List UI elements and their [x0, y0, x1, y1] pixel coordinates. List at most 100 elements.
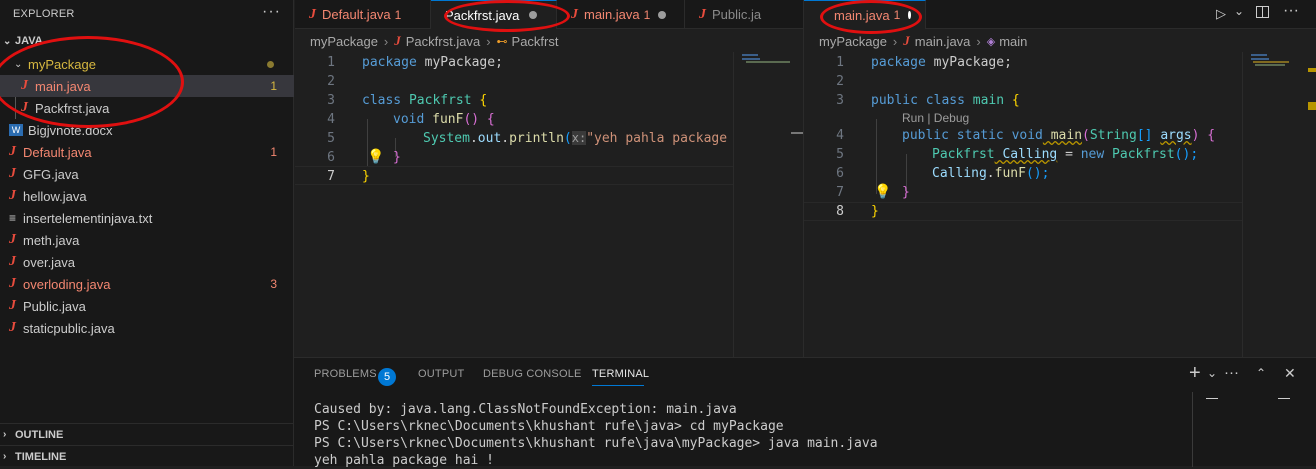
timeline-section[interactable]: › TIMELINE — [0, 445, 294, 467]
chevron-right-icon: › — [486, 33, 491, 49]
warning-marker — [1308, 102, 1316, 110]
current-line-highlight — [804, 202, 1242, 221]
line-number: 3 — [327, 93, 335, 108]
tree-item-gfg-java[interactable]: J GFG.java — [0, 163, 294, 185]
breadcrumb-symbol[interactable]: main — [999, 34, 1027, 49]
split-editor-icon[interactable] — [1256, 6, 1269, 18]
more-actions-icon[interactable]: ··· — [1224, 364, 1239, 381]
close-panel-icon[interactable]: ✕ — [1284, 365, 1296, 382]
terminal-icon[interactable] — [1206, 398, 1218, 399]
file-label: Default.java — [23, 144, 92, 160]
tab-default-java[interactable]: J Default.java 1 — [295, 0, 431, 29]
minimap[interactable] — [733, 52, 803, 357]
code-line-7: } — [362, 169, 370, 184]
minimap-line — [1251, 54, 1267, 56]
chevron-right-icon: › — [976, 33, 981, 49]
terminal-line: Caused by: java.lang.ClassNotFoundExcept… — [314, 402, 737, 417]
code-line-3: public class main { — [871, 93, 1020, 108]
code-line-6: } — [393, 150, 401, 165]
minimap-line — [742, 58, 760, 60]
code-line-3: class Packfrst { — [362, 93, 488, 108]
code-line-4: public static void main(String[] args) { — [902, 128, 1216, 143]
tab-output[interactable]: OUTPUT — [418, 368, 464, 380]
java-icon: J — [9, 232, 16, 247]
lightbulb-icon[interactable]: 💡 — [874, 183, 891, 200]
explorer-more-button[interactable]: ··· — [262, 3, 281, 21]
tree-item-meth-java[interactable]: Jmeth.java — [0, 229, 294, 251]
terminal-line: PS C:\Users\rknec\Documents\khushant ruf… — [314, 419, 784, 434]
chevron-down-icon: ⌄ — [3, 35, 12, 47]
code-line-1: package myPackage; — [362, 55, 503, 70]
code-line-4: void funF() { — [393, 112, 495, 127]
tree-item-staticpublic-java[interactable]: Jstaticpublic.java — [0, 317, 294, 339]
java-icon: J — [309, 6, 316, 22]
java-icon: J — [903, 33, 910, 48]
chevron-right-icon: › — [892, 33, 898, 49]
tab-terminal[interactable]: TERMINAL — [592, 368, 649, 380]
breadcrumb-folder[interactable]: myPackage — [819, 34, 887, 49]
file-label: over.java — [23, 254, 76, 270]
java-icon: J — [9, 298, 16, 313]
tree-item-default-java[interactable]: J Default.java 1 — [0, 141, 294, 163]
maximize-panel-icon[interactable]: ⌃ — [1256, 366, 1266, 380]
minimap-line — [1251, 58, 1269, 60]
tree-item-over-java[interactable]: Jover.java — [0, 251, 294, 273]
line-number: 1 — [836, 55, 844, 70]
outline-section[interactable]: › OUTLINE — [0, 423, 294, 445]
right-editor[interactable]: 12345678 package myPackage; public class… — [804, 52, 1316, 357]
lightbulb-icon[interactable]: 💡 — [367, 148, 384, 165]
tab-main-java[interactable]: J main.java 1 — [557, 0, 685, 29]
tree-item-public-java[interactable]: J Public.java — [0, 295, 294, 317]
annotation-circle — [444, 0, 570, 32]
class-symbol-icon: ⊷ — [496, 35, 508, 48]
minimap[interactable] — [1242, 52, 1316, 357]
tab-debug-console[interactable]: DEBUG CONSOLE — [483, 368, 582, 380]
file-label: overloding.java — [23, 276, 111, 292]
file-badge: 3 — [270, 277, 277, 291]
tab-problems[interactable]: PROBLEMS — [314, 368, 377, 380]
breadcrumb-folder[interactable]: myPackage — [310, 34, 378, 49]
more-actions-icon[interactable]: ··· — [1283, 2, 1299, 20]
terminal-line: yeh pahla package hai ! — [314, 453, 495, 468]
run-icon[interactable]: ▷ — [1216, 6, 1226, 22]
file-label: meth.java — [23, 232, 80, 248]
breadcrumb-file[interactable]: Packfrst.java — [406, 34, 480, 49]
file-label: hellow.java — [23, 188, 87, 204]
scroll-indicator — [791, 132, 803, 134]
code-line-8: } — [871, 204, 879, 219]
file-badge: 1 — [270, 145, 277, 159]
minimap-line — [1255, 64, 1285, 66]
breadcrumb-file[interactable]: main.java — [915, 34, 971, 49]
annotation-circle — [820, 0, 922, 34]
tab-badge: 1 — [643, 7, 651, 22]
minimap-line — [742, 54, 758, 56]
java-icon: J — [699, 6, 706, 22]
add-terminal-icon[interactable]: + — [1189, 362, 1201, 385]
java-icon: J — [9, 276, 16, 291]
java-icon: J — [571, 6, 578, 22]
breadcrumb-symbol[interactable]: Packfrst — [512, 34, 559, 49]
line-number: 6 — [836, 166, 844, 181]
breadcrumb-right: myPackage › J main.java › ◈ main — [819, 30, 1027, 52]
java-icon: J — [9, 254, 16, 269]
tree-item-hellow-java[interactable]: Jhellow.java — [0, 185, 294, 207]
word-icon: W — [9, 124, 23, 136]
terminal-tabs-divider — [1192, 392, 1193, 467]
code-line-5: System.out.println(x:"yeh pahla package — [423, 131, 735, 146]
terminal-icon[interactable] — [1278, 398, 1290, 399]
current-line-highlight — [295, 166, 733, 185]
java-icon: J — [9, 188, 16, 203]
line-number: 4 — [836, 128, 844, 143]
outline-label: OUTLINE — [15, 428, 64, 441]
tree-item-insertelementinjava-txt[interactable]: ≡ insertelementinjava.txt — [0, 207, 294, 229]
code-line-6: Calling.funF(); — [932, 166, 1050, 181]
left-editor[interactable]: 1234567 package myPackage; class Packfrs… — [295, 52, 803, 357]
tab-badge: 1 — [394, 7, 402, 22]
modified-dot-icon — [267, 61, 274, 68]
tab-public-java[interactable]: J Public.ja — [685, 0, 803, 29]
chevron-down-icon[interactable]: ⌄ — [1234, 4, 1244, 18]
unsaved-dot-icon[interactable] — [658, 10, 667, 19]
tree-item-overloding-java[interactable]: Joverloding.java 3 — [0, 273, 294, 295]
codelens-run-debug[interactable]: Run | Debug — [902, 110, 969, 127]
chevron-down-icon[interactable]: ⌄ — [1207, 366, 1217, 380]
